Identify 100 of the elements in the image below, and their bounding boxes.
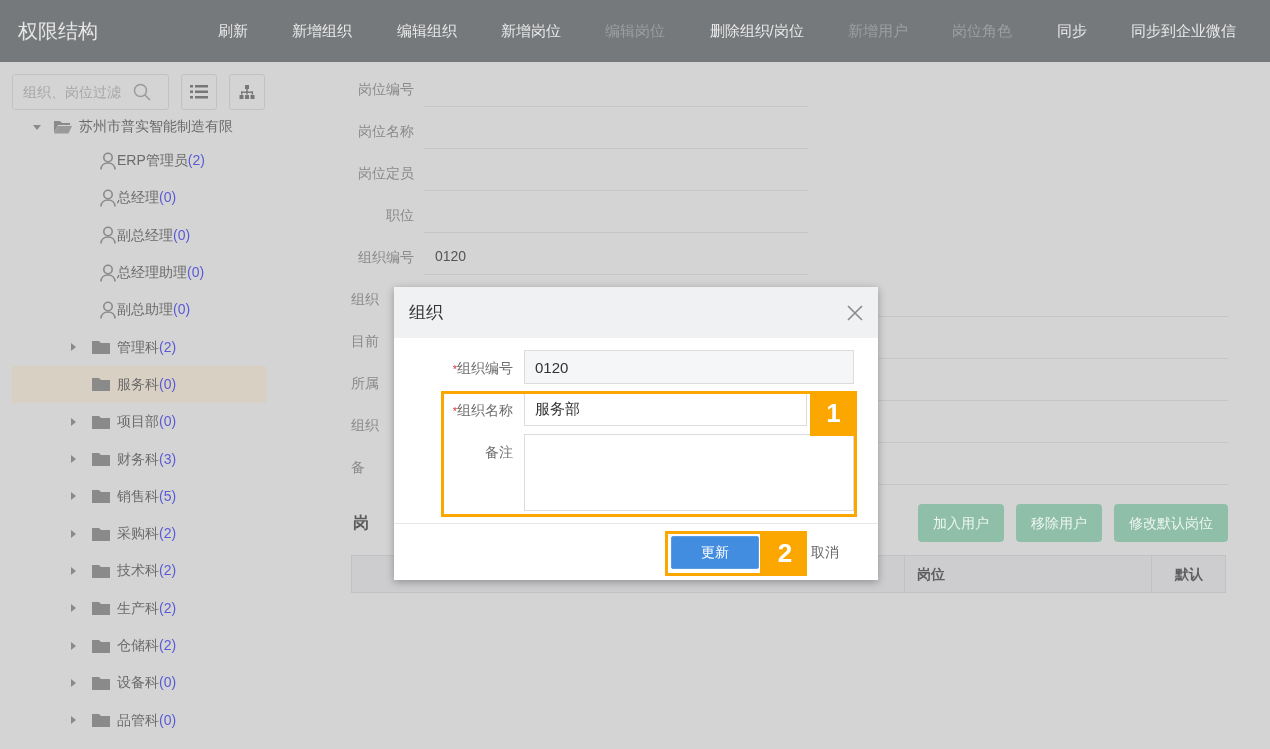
tree-item-label: 管理科(2) <box>117 337 177 357</box>
tree-view-button[interactable] <box>229 74 265 110</box>
folder-icon <box>92 526 110 541</box>
tree-item-label: 总经理助理(0) <box>117 263 205 283</box>
tree-item[interactable]: 仓储科(2) <box>12 626 266 665</box>
cancel-link[interactable]: 取消 <box>811 541 839 563</box>
caret-right-icon[interactable] <box>69 455 77 463</box>
tree-item[interactable]: 品管科(0) <box>12 701 266 739</box>
text-field[interactable]: 服务部 <box>524 392 807 426</box>
caret-right-icon[interactable] <box>69 641 77 650</box>
field-label: 备 <box>351 457 366 477</box>
toolbar-button[interactable]: 新增组织 <box>292 19 353 43</box>
tree-item-label: 项目部(0) <box>117 412 177 432</box>
tree-item[interactable]: 副总经理(0) <box>12 216 266 254</box>
toolbar-button[interactable]: 同步到企业微信 <box>1131 19 1236 43</box>
person-icon <box>100 226 116 245</box>
field-label: 目前 <box>351 331 380 351</box>
tree-item-label: 副总助理(0) <box>117 300 191 320</box>
caret-right-icon[interactable] <box>69 492 77 501</box>
caret-right-icon[interactable] <box>69 529 77 538</box>
list-icon <box>190 85 208 99</box>
field-label: 岗位名称 <box>357 121 414 141</box>
tree-item[interactable]: 生产科(2) <box>12 589 266 627</box>
tree-item[interactable]: 苏州市普实智能制造有限 <box>79 116 233 137</box>
toolbar-button[interactable]: 刷新 <box>218 19 248 43</box>
tree-item[interactable]: ERP管理员(2) <box>12 142 266 180</box>
field-label: 组织 <box>351 415 380 435</box>
tree-item-label: 技术科(2) <box>117 561 177 581</box>
caret-right-icon[interactable] <box>69 566 77 575</box>
tree-item-label: ERP管理员(2) <box>117 151 205 171</box>
field-label: 所属 <box>351 373 380 393</box>
column-header: 岗位 <box>905 556 1152 592</box>
tree-item-label: 品管科(0) <box>117 710 177 730</box>
caret-right-icon[interactable] <box>69 604 77 613</box>
folder-icon <box>92 601 110 616</box>
folder-icon <box>92 452 110 466</box>
folder-icon <box>92 414 110 429</box>
tree-item[interactable]: 服务科(0) <box>12 365 266 404</box>
toolbar-button[interactable]: 编辑组织 <box>396 19 457 43</box>
tree-item[interactable]: 技术科(2) <box>12 552 266 590</box>
field-value: 0120 <box>424 239 808 275</box>
toolbar-button[interactable]: 同步 <box>1056 19 1087 43</box>
folder-icon <box>92 713 110 728</box>
field-label: 备注 <box>484 443 513 462</box>
caret-right-icon[interactable] <box>69 343 77 352</box>
caret-down-icon[interactable] <box>33 122 41 131</box>
tree-item-label: 设备科(0) <box>117 673 177 693</box>
tree-item-label: 副总经理(0) <box>117 225 191 245</box>
field-label: *组织名称 <box>451 401 513 420</box>
close-icon[interactable] <box>847 304 863 321</box>
tree-item[interactable]: 设备科(0) <box>12 664 266 702</box>
step-badge: 2 <box>763 531 807 576</box>
text-area[interactable] <box>524 434 854 511</box>
field-label: *组织编号 <box>451 359 513 378</box>
tree-item[interactable]: 总经理助理(0) <box>12 253 266 292</box>
column-header: 默认 <box>1173 564 1204 584</box>
section-heading: 岗 <box>353 513 369 533</box>
tree-item[interactable]: 管理科(2) <box>12 328 266 366</box>
caret-right-icon[interactable] <box>69 678 77 687</box>
caret-right-icon[interactable] <box>69 417 77 426</box>
tree-item[interactable]: 总经理(0) <box>12 179 266 217</box>
field-label: 组织编号 <box>357 247 414 267</box>
tree-item-label: 仓储科(2) <box>117 636 177 655</box>
field-label: 岗位编号 <box>357 79 414 99</box>
person-icon <box>100 188 116 207</box>
tree-item[interactable]: 销售科(5) <box>12 477 266 515</box>
tree-item-label: 销售科(5) <box>117 486 177 506</box>
update-button[interactable]: 更新 <box>671 535 759 569</box>
step-badge: 1 <box>810 391 857 436</box>
dialog-title: 组织 <box>409 301 443 324</box>
tree-item[interactable]: 副总助理(0) <box>12 291 266 329</box>
tree-item-label: 采购科(2) <box>117 524 177 544</box>
search-icon[interactable] <box>133 83 151 101</box>
toolbar-button[interactable]: 新增岗位 <box>500 19 561 43</box>
tree-item-label: 总经理(0) <box>117 188 177 208</box>
open-folder-icon <box>53 119 73 134</box>
page-title: 权限结构 <box>18 19 99 44</box>
tree-item-label: 财务科(3) <box>117 449 177 469</box>
toolbar-button[interactable]: 删除组织/岗位 <box>709 19 804 43</box>
field-label: 职位 <box>385 205 414 225</box>
tree-item[interactable]: 项目部(0) <box>12 403 266 441</box>
tree-item[interactable]: 采购科(2) <box>12 514 266 553</box>
tree-item-label: 生产科(2) <box>117 598 177 618</box>
list-view-button[interactable] <box>181 74 217 110</box>
hierarchy-icon <box>239 85 255 99</box>
folder-icon <box>92 377 110 392</box>
text-field[interactable]: 0120 <box>524 350 854 384</box>
folder-icon <box>92 340 110 355</box>
folder-icon <box>92 675 110 690</box>
folder-icon <box>92 489 110 504</box>
caret-right-icon[interactable] <box>69 716 77 725</box>
tree-item[interactable]: 财务科(3) <box>12 440 266 478</box>
folder-icon <box>92 638 110 653</box>
folder-icon <box>92 563 110 578</box>
person-icon <box>100 300 116 319</box>
field-label: 组织 <box>351 289 380 309</box>
field-label: 岗位定员 <box>357 163 414 183</box>
person-icon <box>100 263 116 282</box>
person-icon <box>100 151 116 170</box>
tree-item-label: 服务科(0) <box>117 374 177 394</box>
